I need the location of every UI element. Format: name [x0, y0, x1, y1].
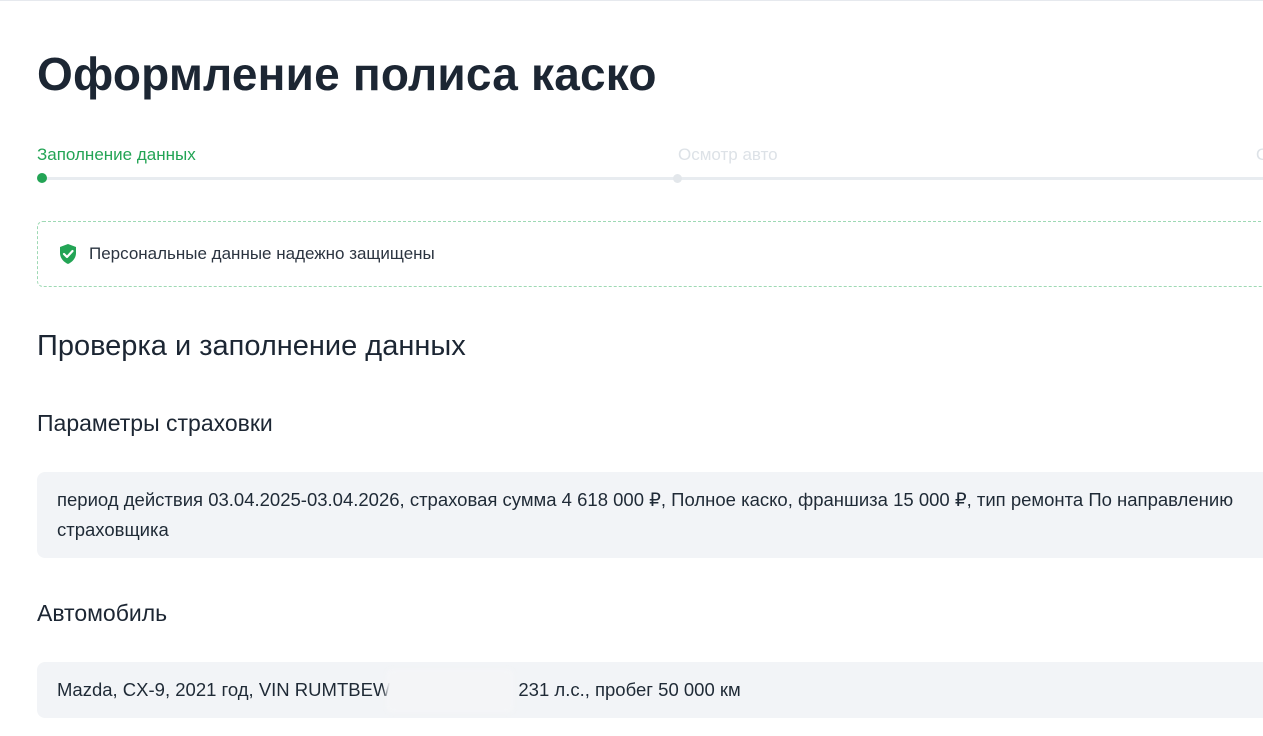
car-title: Автомобиль [37, 600, 168, 626]
step-dot-inactive [673, 174, 682, 183]
section-title: Проверка и заполнение данных [37, 330, 466, 362]
insurance-params-box: период действия 03.04.2025-03.04.2026, с… [37, 472, 1263, 558]
step-label-next: О [1256, 145, 1263, 164]
page-title: Оформление полиса каско [37, 48, 657, 100]
car-info-text-start: Mazda, CX-9, 2021 год, VIN RUMTBEW [57, 679, 391, 700]
page: Оформление полиса каско Заполнение данны… [0, 0, 1263, 736]
step-label-car-inspection: Осмотр авто [678, 145, 778, 164]
stepper-track [41, 177, 1263, 180]
car-info-text-end: 231 л.с., пробег 50 000 км [518, 679, 741, 700]
shield-check-icon [58, 243, 78, 265]
insurance-params-text: период действия 03.04.2025-03.04.2026, с… [57, 489, 1234, 540]
divider [0, 0, 1263, 1]
insurance-params-title: Параметры страховки [37, 410, 273, 436]
progress-stepper: Заполнение данных Осмотр авто О [37, 140, 1263, 190]
security-notice: Персональные данные надежно защищены [37, 221, 1263, 287]
masked-vin-block [386, 669, 515, 714]
security-notice-text: Персональные данные надежно защищены [89, 244, 435, 263]
car-info-box: Mazda, CX-9, 2021 год, VIN RUMTBEW 231 л.… [37, 662, 1263, 718]
step-dot-active [37, 173, 47, 183]
step-label-fill-data[interactable]: Заполнение данных [37, 145, 196, 165]
